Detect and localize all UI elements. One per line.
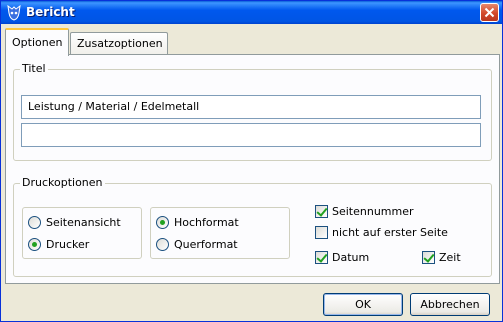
checkbox-nicht-erste-seite-label: nicht auf erster Seite bbox=[332, 225, 448, 239]
output-radio-group: Seitenansicht Drucker bbox=[22, 207, 142, 259]
title-line2-field[interactable] bbox=[21, 123, 481, 147]
druckoptionen-group-label: Druckoptionen bbox=[20, 176, 105, 189]
radio-hochformat[interactable]: Hochformat bbox=[156, 214, 239, 230]
title-bar[interactable]: Bericht bbox=[1, 1, 502, 24]
window-title: Bericht bbox=[26, 5, 75, 19]
checkbox-seitennummer-box[interactable] bbox=[315, 204, 328, 218]
title-line1-field[interactable]: Leistung / Material / Edelmetall bbox=[21, 95, 481, 119]
ok-button[interactable]: OK bbox=[323, 293, 403, 316]
tab-panel: Titel Leistung / Material / Edelmetall D… bbox=[5, 54, 500, 284]
radio-querformat[interactable]: Querformat bbox=[156, 236, 238, 252]
radio-seitenansicht[interactable]: Seitenansicht bbox=[28, 214, 121, 230]
checkbox-seitennummer-label: Seitennummer bbox=[332, 204, 414, 218]
checkbox-nicht-erste-seite[interactable]: nicht auf erster Seite bbox=[315, 224, 448, 240]
dialog-window: Bericht Optionen Zusatzoptionen Titel Le… bbox=[0, 0, 503, 322]
tab-zusatzoptionen[interactable]: Zusatzoptionen bbox=[70, 32, 168, 55]
cancel-button[interactable]: Abbrechen bbox=[410, 293, 490, 316]
checkbox-zeit-label: Zeit bbox=[439, 250, 461, 264]
titel-group: Titel Leistung / Material / Edelmetall bbox=[13, 62, 492, 161]
checkbox-zeit[interactable]: Zeit bbox=[422, 249, 461, 265]
radio-querformat-button[interactable] bbox=[156, 237, 169, 251]
checkbox-datum-label: Datum bbox=[332, 250, 370, 264]
close-button[interactable] bbox=[480, 3, 499, 22]
radio-hochformat-label: Hochformat bbox=[174, 215, 239, 229]
checkbox-seitennummer[interactable]: Seitennummer bbox=[315, 203, 414, 219]
radio-seitenansicht-button[interactable] bbox=[28, 215, 41, 229]
close-icon bbox=[484, 7, 495, 18]
titel-group-label: Titel bbox=[20, 62, 48, 75]
orientation-radio-group: Hochformat Querformat bbox=[150, 207, 290, 259]
radio-hochformat-button[interactable] bbox=[156, 215, 169, 229]
checkbox-datum-box[interactable] bbox=[315, 250, 328, 264]
radio-drucker[interactable]: Drucker bbox=[28, 236, 89, 252]
app-icon bbox=[7, 5, 21, 21]
checkbox-nicht-erste-seite-box[interactable] bbox=[315, 225, 328, 239]
radio-querformat-label: Querformat bbox=[174, 237, 238, 251]
tab-optionen[interactable]: Optionen bbox=[5, 28, 69, 56]
radio-drucker-button[interactable] bbox=[28, 237, 41, 251]
tab-strip: Optionen Zusatzoptionen bbox=[5, 28, 500, 56]
radio-seitenansicht-label: Seitenansicht bbox=[46, 215, 121, 229]
druckoptionen-group: Druckoptionen Seitenansicht Drucker Hoch… bbox=[13, 176, 492, 277]
checkbox-zeit-box[interactable] bbox=[422, 250, 435, 264]
radio-drucker-label: Drucker bbox=[46, 237, 90, 251]
checkbox-datum[interactable]: Datum bbox=[315, 249, 369, 265]
